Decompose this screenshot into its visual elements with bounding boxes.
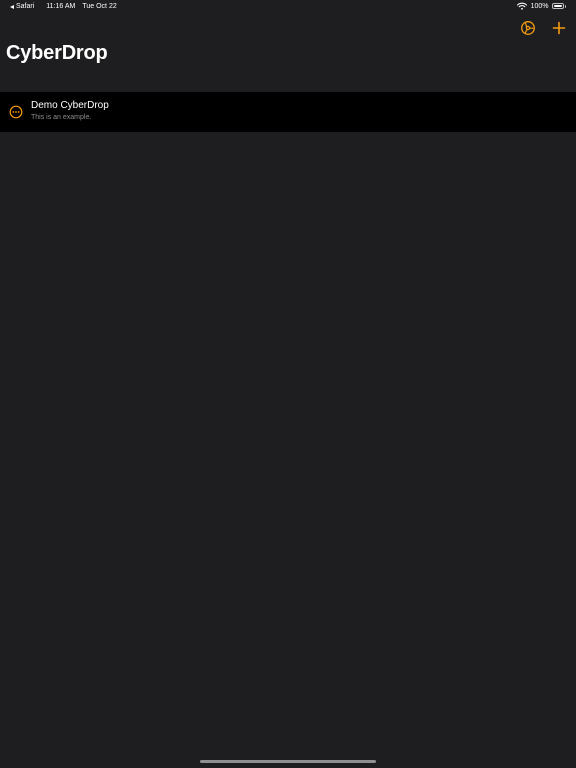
home-indicator[interactable] xyxy=(200,760,376,763)
battery-icon xyxy=(551,3,564,9)
status-date: Tue Oct 22 xyxy=(82,3,117,10)
status-bar-right: 100% xyxy=(516,2,566,10)
back-caret-icon[interactable] xyxy=(10,4,14,9)
add-drop-button[interactable] xyxy=(550,19,568,37)
battery-level-fill xyxy=(553,5,562,7)
battery-percentage: 100% xyxy=(530,2,549,10)
status-time: 11:16 AM xyxy=(46,3,76,10)
list-item[interactable]: Demo CyberDrop This is an example. xyxy=(0,92,576,132)
back-to-app-label[interactable]: Safari xyxy=(16,3,34,10)
status-bar: Safari 11:16 AM Tue Oct 22 100% xyxy=(0,0,576,14)
ellipsis-circle-icon xyxy=(9,105,23,119)
settings-button[interactable] xyxy=(519,19,537,37)
status-bar-left: Safari 11:16 AM Tue Oct 22 xyxy=(10,3,117,10)
battery-tip xyxy=(564,4,566,8)
drop-list: Demo CyberDrop This is an example. xyxy=(0,92,576,132)
gear-icon xyxy=(520,20,536,36)
plus-icon xyxy=(552,21,566,35)
drop-title: Demo CyberDrop xyxy=(31,100,109,111)
drop-subtitle: This is an example. xyxy=(31,114,92,121)
page-title: CyberDrop xyxy=(6,42,108,64)
wifi-icon xyxy=(516,2,527,10)
